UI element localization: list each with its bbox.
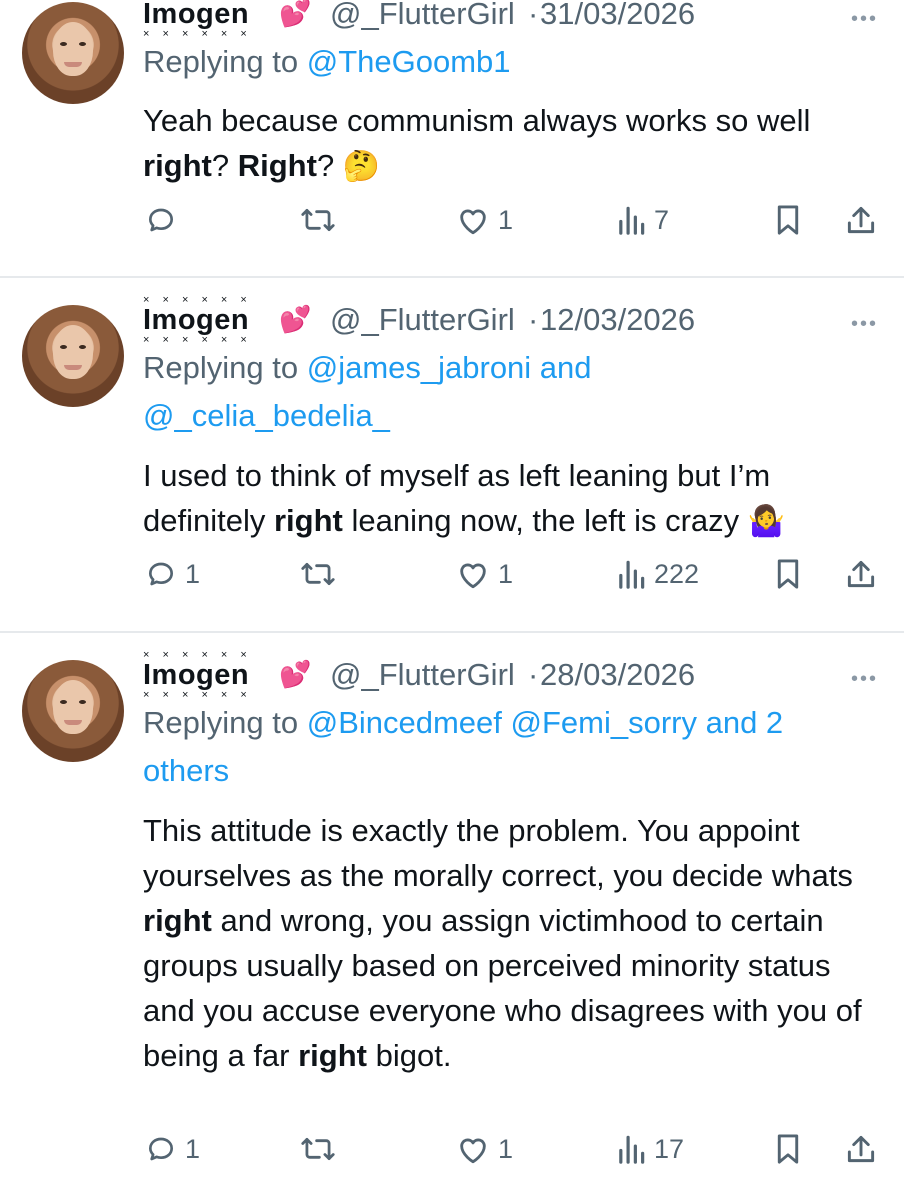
share-icon — [847, 206, 875, 234]
reply-icon — [149, 208, 173, 232]
text-bold: right — [273, 503, 343, 538]
reply-button[interactable]: 1 — [145, 558, 200, 590]
retweet-button[interactable] — [300, 204, 336, 236]
like-button[interactable]: 1 — [456, 204, 513, 236]
share-button[interactable] — [845, 1133, 877, 1165]
more-icon[interactable]: ••• — [851, 313, 878, 336]
bookmark-button[interactable] — [773, 204, 803, 236]
like-icon — [460, 563, 486, 589]
reply-target-link-2[interactable]: @_celia_bedelia_ — [143, 398, 390, 433]
reply-target-link[interactable]: @james_jabroni and — [307, 350, 592, 385]
reply-context: Replying to @Bincedmeef @Femi_sorry and … — [143, 699, 783, 795]
heart-emoji: 💕 — [279, 0, 312, 28]
tweet-text: Yeah because communism always works so w… — [143, 98, 873, 189]
display-name[interactable]: Imogen — [143, 0, 249, 31]
views-icon — [619, 206, 645, 235]
text-segment: and wrong, you assign victimhood to cert… — [143, 903, 862, 1073]
replying-to-label: Replying to — [143, 705, 307, 740]
action-bar: 1 1 17 — [0, 1133, 904, 1183]
timestamp[interactable]: 28/03/2026 — [540, 657, 695, 693]
bookmark-icon — [777, 1134, 799, 1164]
more-icon[interactable]: ••• — [851, 668, 878, 691]
views-count: 222 — [654, 558, 700, 589]
views-button[interactable]: 17 — [616, 1133, 684, 1165]
reply-button[interactable]: 1 — [145, 1133, 200, 1165]
reply-count: 1 — [185, 558, 201, 589]
separator: · — [528, 657, 539, 692]
like-button[interactable]: 1 — [456, 1133, 513, 1165]
retweet-button[interactable] — [300, 558, 336, 590]
text-bold: right — [298, 1038, 367, 1073]
avatar[interactable] — [22, 2, 124, 104]
views-count: 17 — [654, 1133, 685, 1164]
display-name[interactable]: Imogen — [143, 304, 249, 337]
tweet-text: This attitude is exactly the problem. Yo… — [143, 808, 873, 1078]
bookmark-button[interactable] — [773, 1133, 803, 1165]
like-count: 1 — [498, 558, 514, 589]
action-bar: 1 1 222 — [0, 558, 904, 608]
more-icon[interactable]: ••• — [851, 8, 878, 31]
share-button[interactable] — [845, 204, 877, 236]
reply-context: Replying to @TheGoomb1 — [143, 38, 511, 86]
replying-to-label: Replying to — [143, 44, 307, 79]
display-name[interactable]: Imogen — [143, 659, 249, 692]
retweet-icon — [301, 1137, 335, 1161]
retweet-button[interactable] — [300, 1133, 336, 1165]
timestamp[interactable]: 31/03/2026 — [540, 0, 695, 32]
handle[interactable]: @_FlutterGirl — [330, 657, 515, 693]
text-segment: bigot. — [366, 1038, 452, 1073]
reply-target-link[interactable]: @TheGoomb1 — [307, 44, 511, 79]
action-bar: 1 7 — [0, 204, 904, 254]
views-icon — [619, 1135, 645, 1164]
reply-icon — [149, 1137, 173, 1161]
reply-context: Replying to @james_jabroni and @_celia_b… — [143, 344, 592, 440]
bookmark-icon — [777, 559, 799, 589]
reply-target-link[interactable]: @Bincedmeef @Femi_sorry and 2 — [307, 705, 783, 740]
retweet-icon — [301, 208, 335, 232]
share-button[interactable] — [845, 558, 877, 590]
share-icon — [847, 560, 875, 588]
tweet-2[interactable]: × × × × × × Imogen × × × × × × 💕 @_Flutt… — [0, 278, 904, 632]
bookmark-icon — [777, 205, 799, 235]
text-bold: Right — [237, 148, 317, 183]
like-button[interactable]: 1 — [456, 558, 513, 590]
text-segment: This attitude is exactly the problem. Yo… — [143, 813, 853, 893]
like-count: 1 — [498, 204, 514, 235]
retweet-icon — [301, 562, 335, 586]
tweet-3[interactable]: × × × × × × Imogen × × × × × × 💕 @_Flutt… — [0, 633, 904, 1200]
reply-target-link-2[interactable]: others — [143, 753, 229, 788]
views-button[interactable]: 7 — [616, 204, 669, 236]
timestamp[interactable]: 12/03/2026 — [540, 302, 695, 338]
like-count: 1 — [498, 1133, 514, 1164]
views-count: 7 — [654, 204, 670, 235]
text-bold: right — [143, 148, 212, 183]
tweet-text: I used to think of myself as left leanin… — [143, 453, 873, 544]
views-button[interactable]: 222 — [616, 558, 699, 590]
like-icon — [460, 1138, 486, 1164]
bookmark-button[interactable] — [773, 558, 803, 590]
views-icon — [619, 560, 645, 589]
avatar[interactable] — [22, 660, 124, 762]
text-segment: leaning now, the left is crazy — [342, 503, 748, 538]
reply-count: 1 — [185, 1133, 201, 1164]
heart-emoji: 💕 — [279, 659, 312, 689]
thinking-emoji: 🤔 — [342, 150, 381, 183]
handle[interactable]: @_FlutterGirl — [330, 0, 515, 32]
tweet-1[interactable]: Imogen × × × × × × 💕 @_FlutterGirl · 31/… — [0, 0, 904, 270]
separator: · — [528, 0, 539, 31]
handle[interactable]: @_FlutterGirl — [330, 302, 515, 338]
text-segment: ? — [316, 148, 343, 183]
separator: · — [528, 302, 539, 337]
replying-to-label: Replying to — [143, 350, 307, 385]
shrug-emoji: 🤷‍♀️ — [747, 505, 786, 538]
reply-button[interactable] — [145, 204, 185, 236]
like-icon — [460, 209, 486, 235]
share-icon — [847, 1135, 875, 1163]
text-segment: ? — [211, 148, 238, 183]
text-bold: right — [143, 903, 212, 938]
avatar[interactable] — [22, 305, 124, 407]
heart-emoji: 💕 — [279, 304, 312, 334]
text-segment: Yeah because communism always works so w… — [143, 103, 811, 138]
reply-icon — [149, 562, 173, 586]
